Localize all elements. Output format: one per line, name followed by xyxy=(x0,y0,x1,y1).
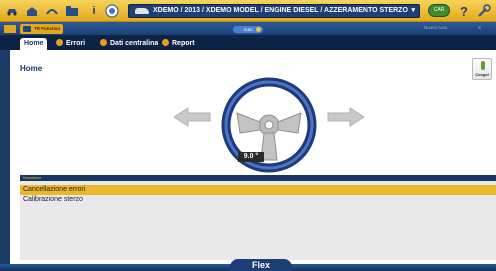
chevron-down-icon[interactable]: ▾ xyxy=(411,5,415,17)
top-toolbar: i XDEMO / 2013 / XDEMO MODEL / ENGINE DI… xyxy=(0,0,496,22)
tab-dati-centralina[interactable]: Dati centralina xyxy=(96,38,163,50)
tab-dati-centralina-label: Dati centralina xyxy=(110,40,159,47)
list-header: Descrizione xyxy=(20,175,496,181)
report-icon xyxy=(162,39,169,46)
tab-home[interactable]: Home xyxy=(20,38,48,50)
secondary-toolbar: TR Function Auto Nuovo Auto X xyxy=(0,22,496,36)
mode-indicator-icon xyxy=(256,27,261,32)
tab-errori[interactable]: Errori xyxy=(52,38,90,50)
connection-icon[interactable] xyxy=(44,3,60,19)
procedure-list: Descrizione Cancellazione errori Calibra… xyxy=(20,175,496,260)
breadcrumb[interactable]: XDEMO / 2013 / XDEMO MODEL / ENGINE DIES… xyxy=(128,4,420,18)
car-icon xyxy=(135,8,149,14)
tools-icon[interactable] xyxy=(476,3,492,19)
tab-errori-label: Errori xyxy=(66,40,86,47)
arrow-left-icon xyxy=(174,107,211,127)
new-vehicle-link[interactable]: Nuovo Auto xyxy=(424,25,447,30)
folder-icon[interactable] xyxy=(64,3,80,19)
function-button-label: TR Function xyxy=(34,26,61,31)
warning-icon xyxy=(56,39,63,46)
car-back-icon[interactable] xyxy=(4,3,20,19)
tab-home-label: Home xyxy=(24,40,44,47)
ecu-icon xyxy=(100,39,107,46)
list-item[interactable]: Cancellazione errori xyxy=(20,185,496,195)
freeze-button[interactable]: Congel xyxy=(472,58,492,80)
page-title: Home xyxy=(20,64,43,73)
info-icon[interactable]: i xyxy=(86,3,102,19)
arrow-right-icon xyxy=(327,107,364,127)
freeze-button-label: Congel xyxy=(475,72,489,77)
close-session-button[interactable]: X xyxy=(478,25,481,30)
tab-report[interactable]: Report xyxy=(158,38,199,50)
freeze-icon xyxy=(481,61,485,70)
vehicle-icon[interactable]: CAR xyxy=(428,4,450,17)
app-window: i XDEMO / 2013 / XDEMO MODEL / ENGINE DI… xyxy=(0,0,496,271)
home-icon[interactable] xyxy=(24,3,40,19)
brand-tab: Flex xyxy=(230,259,292,271)
steering-angle-readout: 9.0 ° xyxy=(238,152,264,162)
mode-toggle[interactable]: Auto xyxy=(232,25,264,34)
tab-bar: Home Errori Dati centralina Report xyxy=(0,36,496,50)
main-panel: Home Congel 9.0 ° Descrizione Cancellazi… xyxy=(10,50,496,264)
function-icon xyxy=(23,26,31,32)
function-button[interactable]: TR Function xyxy=(20,24,64,34)
breadcrumb-text: XDEMO / 2013 / XDEMO MODEL / ENGINE DIES… xyxy=(153,7,408,14)
list-item[interactable]: Calibrazione sterzo xyxy=(20,195,496,205)
globe-icon[interactable] xyxy=(104,3,120,19)
mode-toggle-label: Auto xyxy=(243,27,253,32)
help-icon[interactable]: ? xyxy=(456,3,472,19)
tab-report-label: Report xyxy=(172,40,195,47)
menu-icon[interactable] xyxy=(2,21,18,37)
